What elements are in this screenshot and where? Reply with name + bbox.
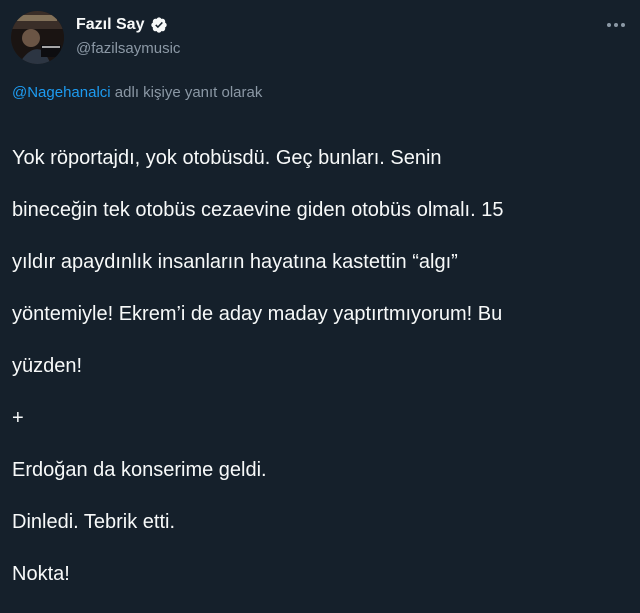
tweet-text-line: Nokta! <box>12 563 70 585</box>
tweet-text-line: Erdoğan da konserime geldi. <box>12 459 267 481</box>
tweet-text-line: yöntemiyle! Ekrem’i de aday maday yaptır… <box>12 303 503 325</box>
reply-context-suffix: adlı kişiye yanıt olarak <box>114 84 263 101</box>
verified-badge-icon <box>150 16 168 34</box>
handle[interactable]: @fazilsaymusic <box>76 40 180 57</box>
name-row: Fazıl Say <box>76 14 180 36</box>
tweet-text-line: + <box>12 407 24 429</box>
more-options-icon[interactable] <box>604 14 628 36</box>
tweet-card: Fazıl Say @fazilsaymusic @Nagehanalci ad… <box>0 0 640 585</box>
avatar[interactable] <box>11 11 64 64</box>
tweet-text: Yok röportajdı, yok otobüsdü. Geç bunlar… <box>12 119 632 613</box>
display-name[interactable]: Fazıl Say <box>76 16 144 34</box>
tweet-text-line: Yok röportajdı, yok otobüsdü. Geç bunlar… <box>12 147 442 169</box>
tweet-text-line: Dinledi. Tebrik etti. <box>12 511 176 533</box>
tweet-text-line: yüzden! <box>12 355 83 377</box>
author-block: Fazıl Say @fazilsaymusic <box>76 14 180 57</box>
reply-context: @Nagehanalci adlı kişiye yanıt olarak <box>12 84 262 101</box>
tweet-text-line: yıldır apaydınlık insanların hayatına ka… <box>12 251 458 273</box>
reply-mention-link[interactable]: @Nagehanalci <box>12 84 111 101</box>
tweet-text-line: bineceğin tek otobüs cezaevine giden oto… <box>12 199 504 221</box>
avatar-image <box>11 11 64 64</box>
